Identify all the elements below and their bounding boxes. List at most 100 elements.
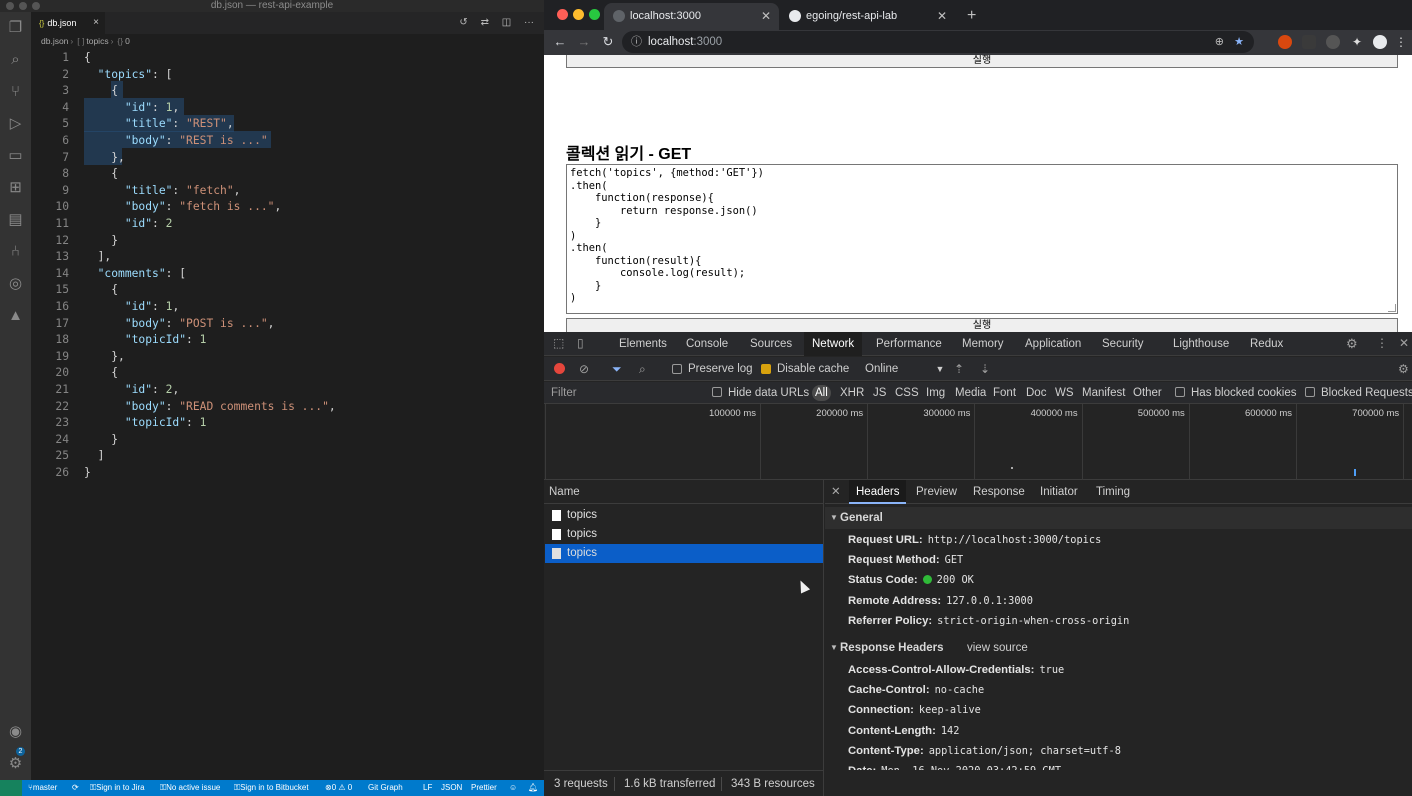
code-line[interactable]: 20 { bbox=[31, 365, 544, 382]
tab-elements[interactable]: Elements bbox=[619, 332, 667, 356]
extensions-puzzle-icon[interactable]: ✦ bbox=[1350, 35, 1364, 49]
code-line[interactable]: 5 "title": "REST", bbox=[31, 116, 544, 133]
notifications-icon[interactable]: 🔔︎ bbox=[528, 780, 538, 796]
tab-network[interactable]: Network bbox=[804, 332, 863, 356]
code-line[interactable]: 7 }, bbox=[31, 150, 544, 167]
type-filter-ws[interactable]: WS bbox=[1055, 382, 1074, 404]
code-editor[interactable]: 1{2 "topics": [3 {4 "id": 1, 5 "title": "… bbox=[31, 48, 544, 780]
devtools-settings-icon[interactable]: ⚙ bbox=[1346, 336, 1358, 352]
tab-response[interactable]: Response bbox=[973, 480, 1025, 504]
code-line[interactable]: 13 ], bbox=[31, 249, 544, 266]
breadcrumb-topics[interactable]: topics bbox=[86, 36, 108, 46]
address-bar[interactable]: ⓘ localhost:3000 ⊕ ★ bbox=[622, 31, 1254, 53]
forward-icon[interactable]: → bbox=[574, 32, 594, 52]
preserve-log-checkbox[interactable] bbox=[672, 364, 682, 374]
code-line[interactable]: 10 "body": "fetch is ...", bbox=[31, 199, 544, 216]
bookmark-star-icon[interactable]: ★ bbox=[1234, 31, 1244, 53]
type-filter-css[interactable]: CSS bbox=[895, 382, 919, 404]
name-column-header[interactable]: Name bbox=[544, 480, 824, 504]
code-line[interactable]: 22 "body": "READ comments is ...", bbox=[31, 399, 544, 416]
back-icon[interactable]: ← bbox=[550, 32, 570, 52]
code-line[interactable]: 4 "id": 1, bbox=[31, 100, 544, 117]
breadcrumb-file[interactable]: db.json bbox=[41, 36, 68, 46]
code-line[interactable]: 11 "id": 2 bbox=[31, 216, 544, 233]
git-branch-item[interactable]: ⑂ master bbox=[28, 780, 57, 796]
pull-requests-icon[interactable]: ⑃ bbox=[6, 242, 25, 261]
git-graph[interactable]: Git Graph bbox=[368, 780, 403, 796]
request-row[interactable]: topics bbox=[545, 525, 823, 544]
open-changes-icon[interactable]: ⇄ bbox=[481, 17, 489, 28]
git-lens-icon[interactable]: ◎ bbox=[6, 274, 25, 293]
inspect-element-icon[interactable]: ⬚ bbox=[553, 336, 564, 350]
code-line[interactable]: 15 { bbox=[31, 282, 544, 299]
section-header[interactable]: ▼ Response Headers view source bbox=[825, 637, 1412, 659]
reload-icon[interactable]: ↻ bbox=[598, 32, 618, 52]
search-icon[interactable]: ⌕ bbox=[6, 50, 25, 69]
clear-icon[interactable]: ⊘ bbox=[579, 357, 589, 381]
settings-gear-icon[interactable]: ⚙ bbox=[6, 754, 25, 773]
type-filter-img[interactable]: Img bbox=[926, 382, 945, 404]
run-button[interactable]: 실행 bbox=[566, 55, 1398, 68]
browser-tab-github[interactable]: egoing/rest-api-lab ✕ bbox=[780, 3, 955, 30]
prettier-status[interactable]: Prettier bbox=[471, 780, 497, 796]
close-tab-icon[interactable]: ✕ bbox=[761, 3, 771, 30]
section-header[interactable]: ▼ General bbox=[825, 507, 1412, 529]
code-line[interactable]: 6 "body": "REST is ..." bbox=[31, 133, 544, 150]
view-source-link[interactable]: view source bbox=[967, 637, 1028, 659]
minimize-window-icon[interactable] bbox=[573, 9, 584, 20]
type-filter-xhr[interactable]: XHR bbox=[840, 382, 864, 404]
type-filter-other[interactable]: Other bbox=[1133, 382, 1162, 404]
tab-security[interactable]: Security bbox=[1102, 332, 1144, 356]
chrome-menu-icon[interactable]: ⋮ bbox=[1394, 35, 1408, 49]
run-debug-icon[interactable]: ▷ bbox=[6, 114, 25, 133]
code-line[interactable]: 21 "id": 2, bbox=[31, 382, 544, 399]
close-window-icon[interactable] bbox=[557, 9, 568, 20]
tab-console[interactable]: Console bbox=[686, 332, 728, 356]
record-icon[interactable] bbox=[554, 363, 565, 374]
remote-indicator[interactable] bbox=[0, 780, 22, 796]
zoom-icon[interactable]: ⊕ bbox=[1215, 31, 1224, 53]
type-filter-media[interactable]: Media bbox=[955, 382, 986, 404]
code-line[interactable]: 19 }, bbox=[31, 349, 544, 366]
tab-preview[interactable]: Preview bbox=[916, 480, 957, 504]
import-har-icon[interactable]: ⇡ bbox=[954, 357, 964, 381]
close-devtools-icon[interactable]: ✕ bbox=[1399, 336, 1409, 350]
code-line[interactable]: 17 "body": "POST is ...", bbox=[31, 316, 544, 333]
type-filter-doc[interactable]: Doc bbox=[1026, 382, 1046, 404]
hide-data-urls-checkbox[interactable] bbox=[712, 387, 722, 397]
code-line[interactable]: 14 "comments": [ bbox=[31, 266, 544, 283]
tab-application[interactable]: Application bbox=[1025, 332, 1081, 356]
extension-icon[interactable] bbox=[1302, 35, 1316, 49]
browser-tab-localhost[interactable]: localhost:3000 ✕ bbox=[604, 3, 779, 30]
device-toolbar-icon[interactable]: ▯ bbox=[577, 336, 584, 350]
type-filter-font[interactable]: Font bbox=[993, 382, 1016, 404]
remote-explorer-icon[interactable]: ▭ bbox=[6, 146, 25, 165]
code-textarea[interactable]: fetch('topics', {method:'GET'}) .then( fu… bbox=[566, 164, 1398, 314]
zoom-window-icon[interactable] bbox=[589, 9, 600, 20]
bitbucket-icon[interactable]: ▲ bbox=[6, 306, 25, 325]
extension-icon[interactable] bbox=[1326, 35, 1340, 49]
type-filter-manifest[interactable]: Manifest bbox=[1082, 382, 1125, 404]
split-editor-icon[interactable]: ◫ bbox=[502, 17, 511, 28]
explorer-icon[interactable]: ❐ bbox=[6, 18, 25, 37]
throttling-select[interactable]: Online ▼ bbox=[865, 357, 944, 381]
site-info-icon[interactable]: ⓘ bbox=[631, 31, 642, 53]
code-line[interactable]: 18 "topicId": 1 bbox=[31, 332, 544, 349]
code-line[interactable]: 9 "title": "fetch", bbox=[31, 183, 544, 200]
feedback-icon[interactable]: ☺ bbox=[509, 780, 517, 796]
request-row[interactable]: topics bbox=[545, 506, 823, 525]
accounts-icon[interactable]: ◉ bbox=[6, 722, 25, 741]
close-detail-icon[interactable]: ✕ bbox=[831, 480, 841, 504]
close-tab-icon[interactable]: × bbox=[93, 12, 99, 34]
problems-indicator[interactable]: ⊗ 0 ⚠ 0 bbox=[325, 780, 352, 796]
tab-memory[interactable]: Memory bbox=[962, 332, 1004, 356]
source-control-icon[interactable]: ⑂ bbox=[6, 82, 25, 101]
network-settings-icon[interactable]: ⚙ bbox=[1398, 357, 1409, 381]
network-overview-timeline[interactable]: 100000 ms 200000 ms 300000 ms 400000 ms 5000… bbox=[544, 404, 1412, 480]
profile-avatar[interactable] bbox=[1373, 35, 1387, 49]
more-actions-icon[interactable]: ··· bbox=[524, 17, 534, 28]
code-line[interactable]: 2 "topics": [ bbox=[31, 67, 544, 84]
extension-icon[interactable] bbox=[1278, 35, 1292, 49]
close-tab-icon[interactable]: ✕ bbox=[937, 3, 947, 30]
code-line[interactable]: 24 } bbox=[31, 432, 544, 449]
